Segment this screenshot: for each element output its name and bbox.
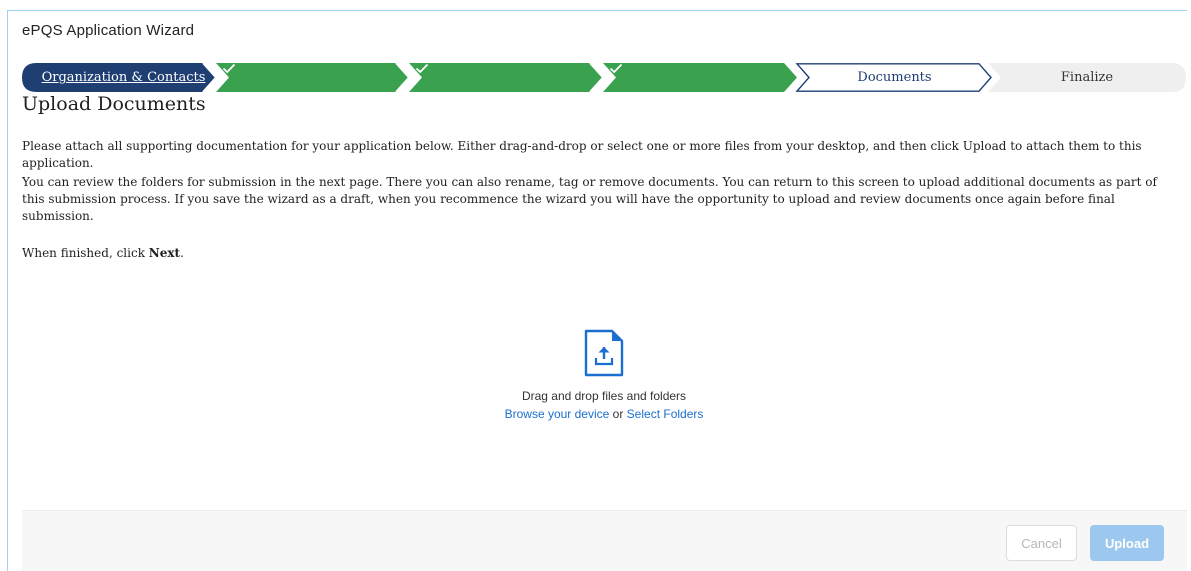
finish-suffix: . [180, 246, 184, 260]
cancel-button[interactable]: Cancel [1006, 525, 1077, 561]
upload-button[interactable]: Upload [1090, 525, 1164, 561]
file-dropzone[interactable]: Drag and drop files and folders Browse y… [22, 300, 1186, 440]
step-3-check-icon[interactable] [415, 63, 595, 92]
page-title: Upload Documents [22, 93, 206, 115]
dropzone-text: Drag and drop files and folders [521, 389, 687, 403]
step-2-check-icon[interactable] [222, 63, 402, 92]
wizard-stepper: Organization & Contacts Documents Finali… [22, 63, 1186, 92]
instructions-paragraph-1: Please attach all supporting documentati… [22, 139, 1142, 170]
step-finalize: Finalize [1060, 70, 1114, 85]
step-documents: Documents [857, 70, 932, 85]
check-icon [609, 63, 623, 74]
step-4-check-icon[interactable] [609, 63, 789, 92]
finish-next-word: Next [148, 246, 181, 260]
browse-device-link[interactable]: Browse your device [505, 407, 610, 421]
finish-instruction: When finished, click Next. [22, 245, 622, 262]
check-icon [415, 63, 429, 74]
instructions-paragraph-2: You can review the folders for submissio… [22, 175, 1157, 223]
dropzone-links: Browse your device or Select Folders [22, 407, 1186, 421]
select-folders-link[interactable]: Select Folders [627, 407, 704, 421]
finish-prefix: When finished, click [22, 246, 149, 260]
wizard-footer: Cancel Upload [22, 510, 1187, 571]
check-icon [222, 63, 236, 74]
file-upload-icon [584, 329, 624, 377]
wizard-title: ePQS Application Wizard [22, 22, 195, 39]
step-organization-contacts[interactable]: Organization & Contacts [36, 63, 211, 92]
dropzone-or-text: or [609, 407, 627, 421]
